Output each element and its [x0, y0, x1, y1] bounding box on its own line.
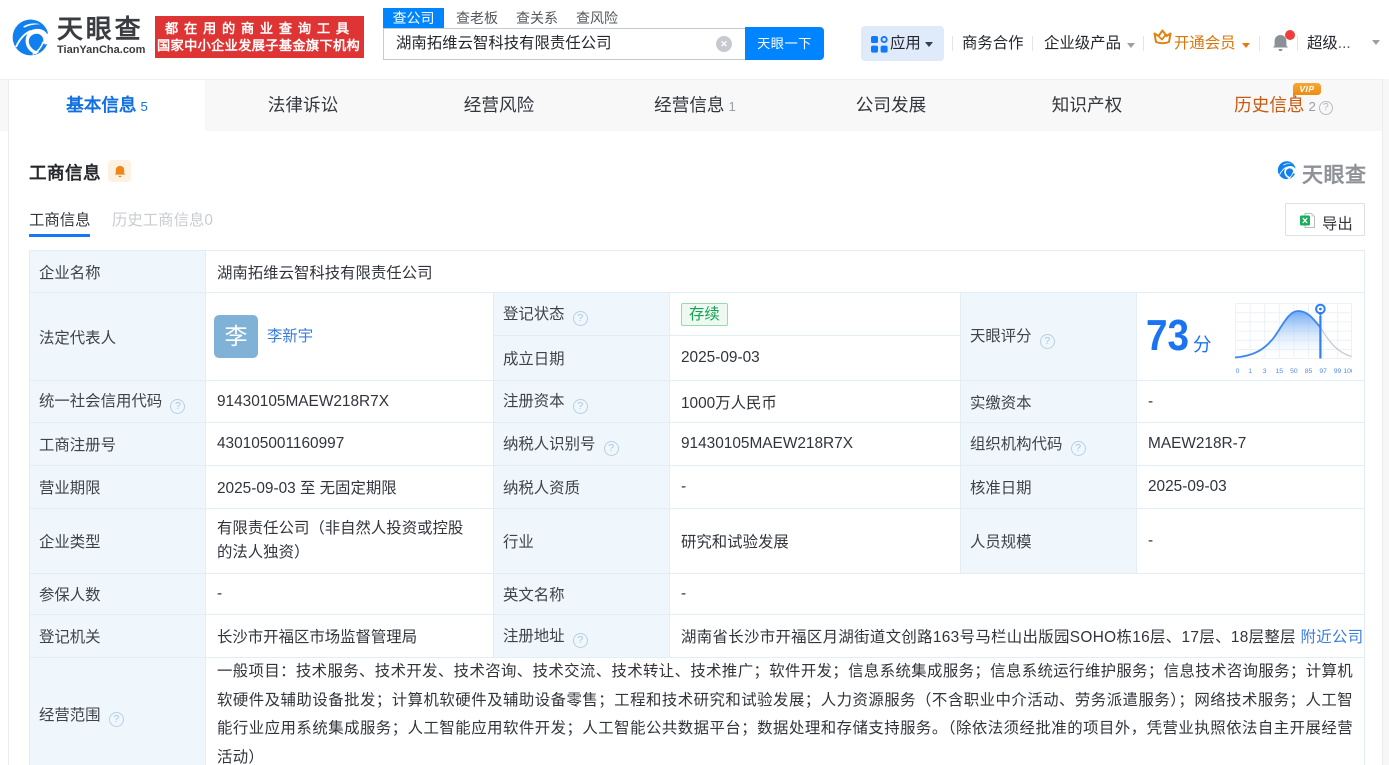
svg-text:15: 15 — [1276, 368, 1284, 375]
svg-text:100: 100 — [1343, 368, 1352, 375]
svg-text:97: 97 — [1319, 368, 1327, 375]
svg-text:85: 85 — [1305, 368, 1313, 375]
svg-text:0: 0 — [1236, 368, 1240, 375]
svg-text:50: 50 — [1290, 368, 1298, 375]
svg-text:1: 1 — [1248, 368, 1252, 375]
svg-text:99: 99 — [1334, 368, 1342, 375]
svg-text:3: 3 — [1263, 368, 1267, 375]
